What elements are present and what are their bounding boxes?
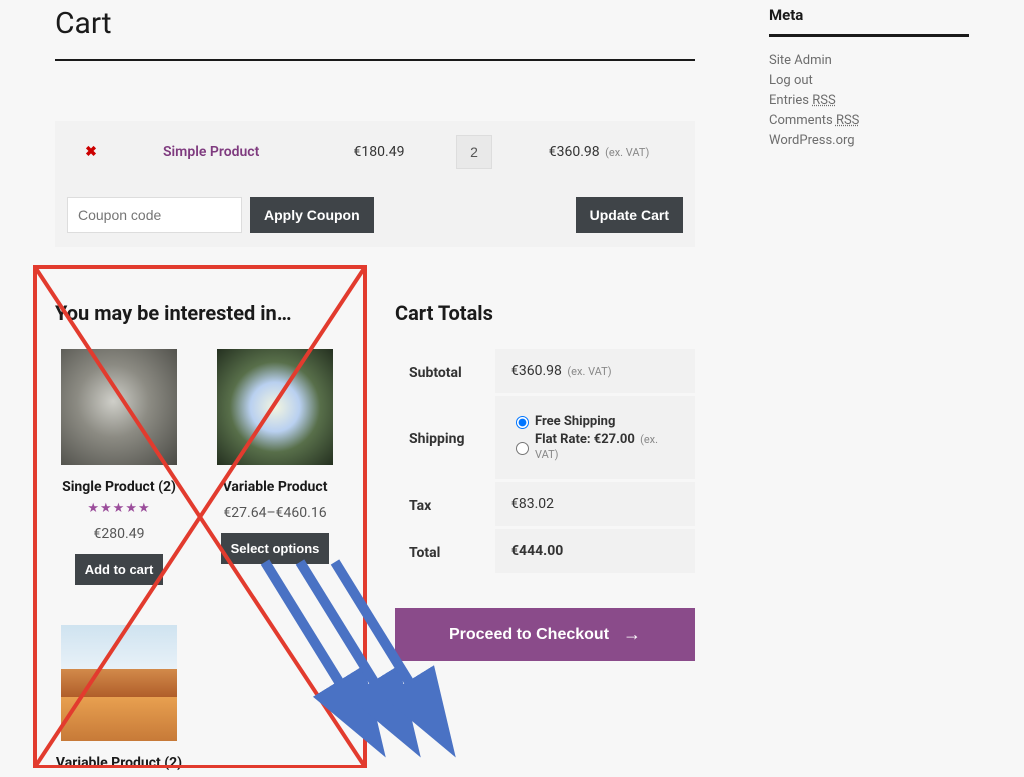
total-label: Total xyxy=(395,531,495,575)
cart-item-subtotal: €360.98 (ex. VAT) xyxy=(519,144,679,160)
shipping-free-label: Free Shipping xyxy=(535,414,615,429)
cart-table: ✖ Simple Product €180.49 €360.98 (ex. VA… xyxy=(55,121,695,247)
add-to-cart-button[interactable]: Add to cart xyxy=(75,554,164,585)
update-cart-button[interactable]: Update Cart xyxy=(576,197,683,233)
shipping-flat-label: Flat Rate: €27.00 (ex. VAT) xyxy=(535,432,679,462)
product-image xyxy=(61,625,177,741)
product-card[interactable]: Variable Product €27.64–€460.16 Select o… xyxy=(211,349,339,585)
product-name: Single Product (2) xyxy=(55,479,183,495)
shipping-options: Free Shipping Flat Rate: €27.00 (ex. VAT… xyxy=(495,396,695,479)
cart-actions-row: Apply Coupon Update Cart xyxy=(55,183,695,247)
subtotal-value: €360.98 (ex. VAT) xyxy=(495,349,695,393)
product-image xyxy=(61,349,177,465)
arrow-right-icon: → xyxy=(623,624,641,645)
meta-link-log-out[interactable]: Log out xyxy=(769,73,969,88)
meta-link-site-admin[interactable]: Site Admin xyxy=(769,53,969,68)
tax-label: Tax xyxy=(395,484,495,528)
coupon-input[interactable] xyxy=(67,197,242,233)
page-title: Cart xyxy=(55,0,695,41)
shipping-label: Shipping xyxy=(395,417,495,461)
select-options-button[interactable]: Select options xyxy=(221,533,330,564)
proceed-to-checkout-button[interactable]: Proceed to Checkout → xyxy=(395,608,695,661)
star-rating-icon: ★★★★★ xyxy=(55,501,183,516)
remove-item-icon[interactable]: ✖ xyxy=(84,145,98,159)
cross-sells-section: You may be interested in… Single Product… xyxy=(55,301,355,777)
product-name: Variable Product (2) xyxy=(55,755,183,771)
product-card[interactable]: Variable Product (2) xyxy=(55,625,183,777)
meta-heading: Meta xyxy=(769,6,969,24)
cross-sells-heading: You may be interested in… xyxy=(55,301,355,325)
apply-coupon-button[interactable]: Apply Coupon xyxy=(250,197,374,233)
product-price: €27.64–€460.16 xyxy=(211,505,339,521)
cart-totals-heading: Cart Totals xyxy=(395,301,695,325)
subtotal-label: Subtotal xyxy=(395,351,495,395)
meta-link-entries-rss[interactable]: Entries RSS xyxy=(769,93,969,108)
cart-item-name[interactable]: Simple Product xyxy=(163,144,329,160)
cart-item-row: ✖ Simple Product €180.49 €360.98 (ex. VA… xyxy=(55,121,695,183)
cart-totals-section: Cart Totals Subtotal €360.98 (ex. VAT) S… xyxy=(355,301,695,777)
product-price: €280.49 xyxy=(55,526,183,542)
shipping-flat-radio[interactable] xyxy=(516,442,529,455)
meta-link-wordpress[interactable]: WordPress.org xyxy=(769,133,969,148)
meta-divider xyxy=(769,34,969,37)
quantity-input[interactable] xyxy=(456,135,492,169)
total-value: €444.00 xyxy=(495,529,695,573)
meta-link-comments-rss[interactable]: Comments RSS xyxy=(769,113,969,128)
shipping-free-radio[interactable] xyxy=(516,416,529,429)
title-divider xyxy=(55,59,695,61)
tax-value: €83.02 xyxy=(495,482,695,526)
cart-item-price: €180.49 xyxy=(329,144,429,160)
product-card[interactable]: Single Product (2) ★★★★★ €280.49 Add to … xyxy=(55,349,183,585)
product-image xyxy=(217,349,333,465)
product-name: Variable Product xyxy=(211,479,339,495)
meta-sidebar: Meta Site Admin Log out Entries RSS Comm… xyxy=(769,0,969,153)
